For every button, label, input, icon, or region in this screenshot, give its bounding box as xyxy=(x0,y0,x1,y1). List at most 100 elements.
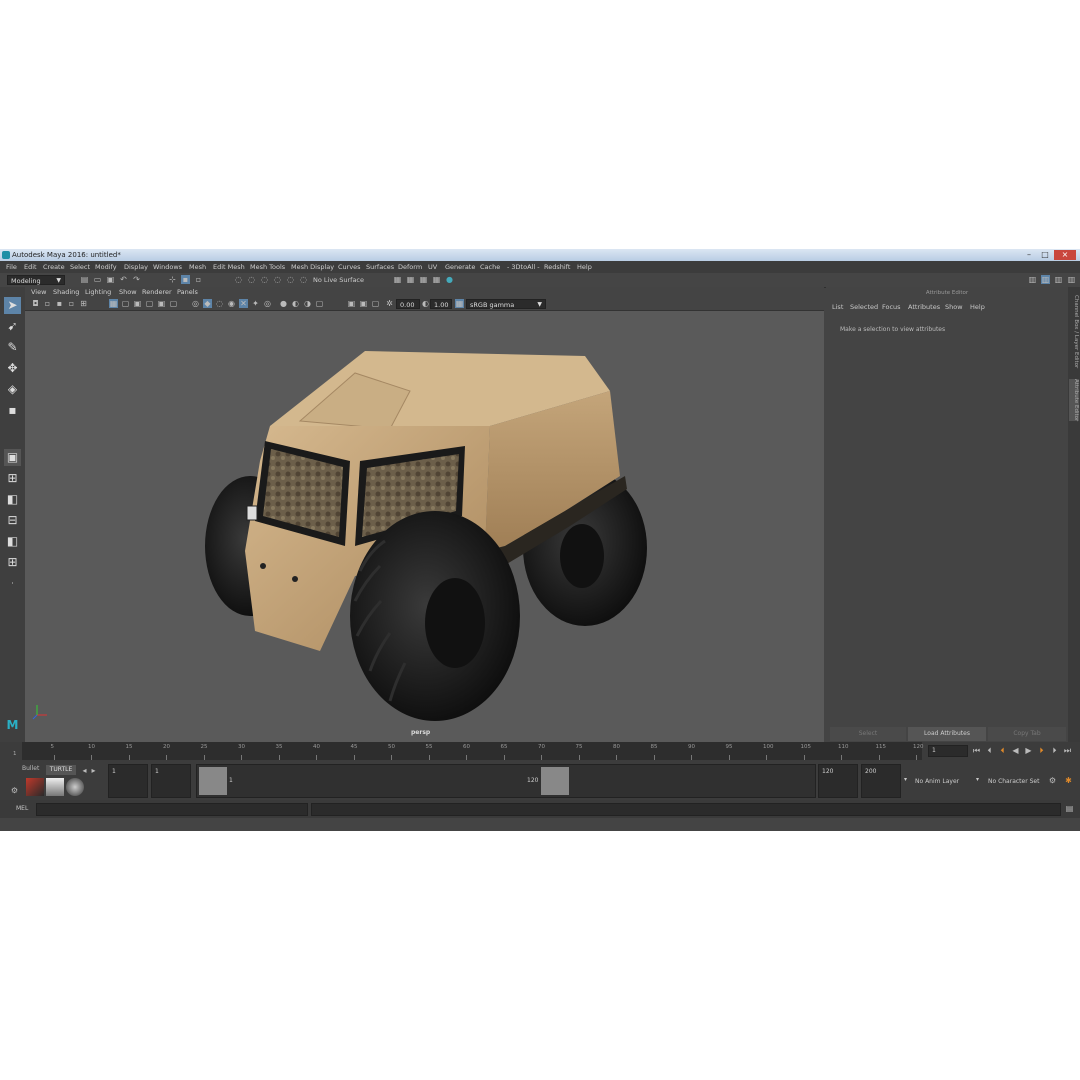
current-frame-field[interactable]: 1 xyxy=(928,745,968,757)
viewport-panel[interactable]: View Shading Lighting Show Renderer Pane… xyxy=(25,287,824,742)
layout-modeling-icon[interactable]: ▥ xyxy=(1028,275,1037,284)
ae-tab-help[interactable]: Help xyxy=(970,303,985,311)
shelf-icon-turtle-shader[interactable] xyxy=(66,778,84,796)
redo-icon[interactable]: ↷ xyxy=(132,275,141,284)
save-scene-icon[interactable]: ▣ xyxy=(106,275,115,284)
redshift-icon[interactable]: ● xyxy=(445,275,454,284)
character-set-dropdown[interactable]: No Character Set xyxy=(985,764,1043,798)
shelf-tab-bullet[interactable]: Bullet xyxy=(22,765,42,775)
close-icon[interactable]: × xyxy=(1054,250,1076,260)
anim-layer-chevron-icon[interactable]: ▾ xyxy=(904,776,907,783)
snap-live-icon[interactable]: ◌ xyxy=(299,275,308,284)
menu-display[interactable]: Display xyxy=(124,261,148,273)
shelf-icon-turtle-bake[interactable] xyxy=(46,778,64,796)
lock-camera-icon[interactable]: ▫ xyxy=(43,299,52,308)
snap-projected-icon[interactable]: ◌ xyxy=(273,275,282,284)
grid-icon[interactable]: ⊞ xyxy=(79,299,88,308)
hud-icon[interactable]: ✦ xyxy=(251,299,260,308)
resolution-gate-icon[interactable]: ▢ xyxy=(315,299,324,308)
animation-prefs-icon[interactable]: ✱ xyxy=(1064,776,1073,785)
exposure-field-icon[interactable]: ✲ xyxy=(385,299,394,308)
shelf-settings-icon[interactable]: ⚙ xyxy=(10,786,19,795)
menu-help[interactable]: Help xyxy=(577,261,592,273)
layout-side-icon[interactable]: ◧ xyxy=(4,491,21,508)
hypershade-icon[interactable]: ▦ xyxy=(432,275,441,284)
play-backward-icon[interactable]: ◀ xyxy=(1011,746,1020,755)
scale-tool-icon[interactable]: ▪ xyxy=(4,402,21,419)
snap-grid-icon[interactable]: ◌ xyxy=(234,275,243,284)
menu-edit-mesh[interactable]: Edit Mesh xyxy=(213,261,245,273)
menu-select[interactable]: Select xyxy=(70,261,90,273)
color-space-dropdown[interactable]: sRGB gamma ▼ xyxy=(466,299,546,309)
menu-windows[interactable]: Windows xyxy=(153,261,182,273)
menu-curves[interactable]: Curves xyxy=(338,261,361,273)
maximize-icon[interactable]: □ xyxy=(1038,250,1052,260)
select-object-icon[interactable]: ▪ xyxy=(181,275,190,284)
move-tool-icon[interactable]: ✥ xyxy=(4,360,21,377)
ae-copy-tab-button[interactable]: Copy Tab xyxy=(988,727,1066,741)
menu-cache[interactable]: Cache xyxy=(480,261,500,273)
step-forward-key-icon[interactable]: ⏵ xyxy=(1037,746,1046,755)
tab-attribute-editor[interactable]: Attribute Editor xyxy=(1069,379,1079,422)
wireframe-icon[interactable]: ▦ xyxy=(109,299,118,308)
start-frame-field[interactable]: 1 xyxy=(108,764,148,798)
mel-label[interactable]: MEL xyxy=(16,805,28,812)
camera-icon[interactable]: ◘ xyxy=(31,299,40,308)
menu-uv[interactable]: UV xyxy=(428,261,437,273)
menu-modify[interactable]: Modify xyxy=(95,261,117,273)
render-settings-icon[interactable]: ▦ xyxy=(419,275,428,284)
range-slider-end-handle[interactable] xyxy=(541,767,569,795)
bookmark-icon[interactable]: ▪ xyxy=(55,299,64,308)
snap-point-icon[interactable]: ◌ xyxy=(260,275,269,284)
gamma-field-icon[interactable]: ◐ xyxy=(421,299,430,308)
new-scene-icon[interactable]: ▤ xyxy=(80,275,89,284)
play-forward-icon[interactable]: ▶ xyxy=(1024,746,1033,755)
rotate-tool-icon[interactable]: ◈ xyxy=(4,381,21,398)
command-input[interactable] xyxy=(36,803,308,816)
image-plane-icon[interactable]: ▫ xyxy=(67,299,76,308)
script-editor-icon[interactable]: ▤ xyxy=(1065,804,1074,813)
ae-tab-list[interactable]: List xyxy=(832,303,843,311)
vehicle-model-render[interactable] xyxy=(25,311,824,729)
playback-end-field[interactable]: 120 xyxy=(818,764,858,798)
time-slider[interactable]: 1 5 10 15 20 25 30 35 40 45 50 55 60 65 70 75 80 85 90 95 1… xyxy=(0,742,1080,760)
gamma-icon[interactable]: ◐ xyxy=(291,299,300,308)
go-to-end-icon[interactable]: ⏭ xyxy=(1063,746,1072,755)
range-slider-start-handle[interactable] xyxy=(199,767,227,795)
menu-3dtoall[interactable]: - 3DtoAll - xyxy=(507,261,540,273)
tab-channel-box[interactable]: Channel Box / Layer Editor xyxy=(1069,295,1079,368)
layout-graph-icon[interactable]: ⊞ xyxy=(4,554,21,571)
lights-icon[interactable]: ▢ xyxy=(145,299,154,308)
menu-mesh[interactable]: Mesh xyxy=(189,261,206,273)
render-icon[interactable]: ▦ xyxy=(393,275,402,284)
lasso-tool-icon[interactable]: ➹ xyxy=(4,318,21,335)
minimize-icon[interactable]: – xyxy=(1022,250,1036,260)
isolate-icon[interactable]: ▢ xyxy=(169,299,178,308)
color-management-icon[interactable]: ▦ xyxy=(455,299,464,308)
layout-attribute-icon[interactable]: ▥ xyxy=(1041,275,1050,284)
select-tool-icon[interactable]: ➤ xyxy=(4,297,21,314)
four-view-icon[interactable]: ⊞ xyxy=(4,470,21,487)
ssao-icon[interactable]: ● xyxy=(279,299,288,308)
menu-edit[interactable]: Edit xyxy=(24,261,37,273)
open-scene-icon[interactable]: ▭ xyxy=(93,275,102,284)
step-back-icon[interactable]: ⏴ xyxy=(985,746,994,755)
select-hierarchy-icon[interactable]: ⊹ xyxy=(168,275,177,284)
selection-highlight-icon[interactable]: ◎ xyxy=(263,299,272,308)
time-ticks[interactable]: 5 10 15 20 25 30 35 40 45 50 55 60 65 70 75 80 85 90 95 100… xyxy=(22,742,924,760)
vp-menu-view[interactable]: View xyxy=(31,287,46,298)
select-component-icon[interactable]: ▫ xyxy=(194,275,203,284)
range-slider[interactable]: 1 120 xyxy=(196,764,816,798)
shelf-next-icon[interactable]: ▸ xyxy=(89,766,98,775)
ae-tab-focus[interactable]: Focus xyxy=(882,303,901,311)
dof-icon[interactable]: ◉ xyxy=(227,299,236,308)
go-to-start-icon[interactable]: ⏮ xyxy=(972,746,981,755)
film-gate-icon[interactable]: ▣ xyxy=(347,299,356,308)
shelf-icon-turtle-render[interactable] xyxy=(26,778,44,796)
snap-curve-icon[interactable]: ◌ xyxy=(247,275,256,284)
menu-create[interactable]: Create xyxy=(43,261,65,273)
menu-generate[interactable]: Generate xyxy=(445,261,475,273)
character-set-chevron-icon[interactable]: ▾ xyxy=(976,776,979,783)
aa-icon[interactable]: ◌ xyxy=(215,299,224,308)
smooth-shade-icon[interactable]: ▢ xyxy=(121,299,130,308)
